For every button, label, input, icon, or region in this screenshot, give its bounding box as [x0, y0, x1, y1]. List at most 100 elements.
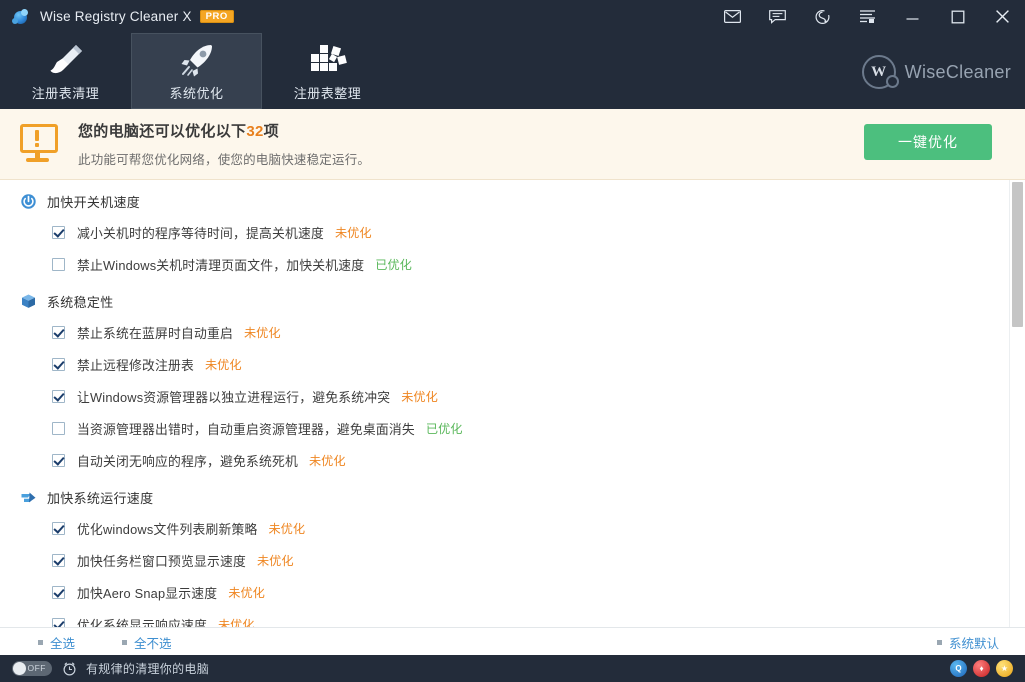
- cube-icon: [20, 293, 37, 310]
- optimization-item[interactable]: 禁止远程修改注册表未优化: [0, 348, 1008, 380]
- list-menu-icon: [859, 9, 876, 24]
- banner-count: 32: [246, 123, 263, 140]
- item-label: 禁止远程修改注册表: [77, 355, 194, 374]
- speed-icon: [20, 489, 37, 506]
- close-icon: [995, 9, 1010, 24]
- maximize-icon: [951, 10, 965, 24]
- item-status-badge: 未优化: [335, 223, 372, 241]
- rocket-icon: [177, 41, 217, 77]
- optimization-item[interactable]: 禁止系统在蓝屏时自动重启未优化: [0, 316, 1008, 348]
- scrollbar-thumb[interactable]: [1012, 182, 1023, 327]
- banner-texts: 您的电脑还可以优化以下32项 此功能可帮您优化网络，使您的电脑快速稳定运行。: [78, 120, 370, 168]
- brand-mark-icon: W: [862, 55, 896, 89]
- item-label: 当资源管理器出错时，自动重启资源管理器，避免桌面消失: [77, 419, 415, 438]
- alarm-clock-icon: [62, 661, 77, 676]
- select-none-label: 全不选: [134, 633, 172, 652]
- item-status-badge: 未优化: [401, 387, 438, 405]
- tab-bar: 注册表清理 系统优化: [0, 33, 1025, 109]
- item-status-badge: 已优化: [426, 419, 463, 437]
- system-default-label: 系统默认: [949, 633, 999, 652]
- optimization-item[interactable]: 加快Aero Snap显示速度未优化: [0, 576, 1008, 608]
- shield-icon[interactable]: ♦: [973, 660, 990, 677]
- app-title: Wise Registry Cleaner X: [40, 9, 192, 24]
- cube-icon: [20, 293, 37, 310]
- minimize-icon: [905, 11, 920, 23]
- app-logo-icon: [12, 8, 30, 26]
- optimization-item[interactable]: 让Windows资源管理器以独立进程运行，避免系统冲突未优化: [0, 380, 1008, 412]
- item-label: 禁止Windows关机时清理页面文件，加快关机速度: [77, 255, 364, 274]
- item-label: 自动关闭无响应的程序，避免系统死机: [77, 451, 298, 470]
- brand-mark-letter: W: [871, 64, 886, 81]
- application-window: Wise Registry Cleaner X PRO: [0, 0, 1025, 682]
- optimization-item[interactable]: 优化系统显示响应速度未优化: [0, 608, 1008, 627]
- optimization-item[interactable]: 当资源管理器出错时，自动重启资源管理器，避免桌面消失已优化: [0, 412, 1008, 444]
- item-checkbox[interactable]: [52, 454, 65, 467]
- envelope-icon: [724, 10, 741, 23]
- speed-icon: [20, 489, 37, 506]
- tab-label: 注册表清理: [32, 83, 100, 102]
- bullet-icon: [937, 640, 942, 645]
- pro-badge: PRO: [200, 10, 234, 24]
- star-icon[interactable]: ★: [996, 660, 1013, 677]
- group-title: 系统稳定性: [47, 292, 114, 311]
- tab-registry-defrag[interactable]: 注册表整理: [262, 33, 393, 109]
- item-checkbox[interactable]: [52, 358, 65, 371]
- item-label: 让Windows资源管理器以独立进程运行，避免系统冲突: [77, 387, 390, 406]
- item-status-badge: 未优化: [257, 551, 294, 569]
- item-checkbox[interactable]: [52, 586, 65, 599]
- mail-button[interactable]: [710, 0, 755, 33]
- brand-logo: W WiseCleaner: [862, 55, 1011, 89]
- update-button[interactable]: [800, 0, 845, 33]
- item-status-badge: 已优化: [375, 255, 412, 273]
- select-none-link[interactable]: 全不选: [122, 633, 172, 652]
- item-status-badge: 未优化: [244, 323, 281, 341]
- item-checkbox[interactable]: [52, 326, 65, 339]
- qq-icon[interactable]: Q: [950, 660, 967, 677]
- toggle-knob: [13, 662, 26, 675]
- item-status-badge: 未优化: [228, 583, 265, 601]
- scrollbar-track[interactable]: [1009, 180, 1025, 627]
- menu-button[interactable]: [845, 0, 890, 33]
- brand-name: WiseCleaner: [905, 62, 1011, 83]
- select-all-link[interactable]: 全选: [38, 633, 75, 652]
- close-button[interactable]: [980, 0, 1025, 33]
- item-checkbox[interactable]: [52, 226, 65, 239]
- item-checkbox[interactable]: [52, 522, 65, 535]
- banner-title-suffix: 项: [264, 123, 279, 140]
- item-checkbox[interactable]: [52, 390, 65, 403]
- item-checkbox[interactable]: [52, 422, 65, 435]
- maximize-button[interactable]: [935, 0, 980, 33]
- optimization-item[interactable]: 禁止Windows关机时清理页面文件，加快关机速度已优化: [0, 248, 1008, 280]
- item-checkbox[interactable]: [52, 554, 65, 567]
- status-text: 有规律的清理你的电脑: [86, 660, 209, 677]
- one-click-optimize-button[interactable]: 一键优化: [864, 124, 992, 160]
- system-default-link[interactable]: 系统默认: [937, 633, 999, 652]
- title-bar: Wise Registry Cleaner X PRO: [0, 0, 1025, 33]
- optimization-item[interactable]: 优化windows文件列表刷新策略未优化: [0, 512, 1008, 544]
- optimization-item[interactable]: 自动关闭无响应的程序，避免系统死机未优化: [0, 444, 1008, 476]
- item-label: 优化系统显示响应速度: [77, 615, 207, 628]
- group-title: 加快开关机速度: [47, 192, 140, 211]
- tab-registry-cleaner[interactable]: 注册表清理: [0, 33, 131, 109]
- title-bar-buttons: [710, 0, 1025, 33]
- item-status-badge: 未优化: [309, 451, 346, 469]
- blocks-icon: [308, 41, 348, 77]
- group-title: 加快系统运行速度: [47, 488, 153, 507]
- schedule-toggle[interactable]: OFF: [12, 661, 52, 676]
- tab-system-optimize[interactable]: 系统优化: [131, 33, 262, 109]
- minimize-button[interactable]: [890, 0, 935, 33]
- group-header: 加快开关机速度: [0, 186, 1008, 216]
- item-checkbox[interactable]: [52, 618, 65, 628]
- action-bar: 全选 全不选 系统默认: [0, 627, 1025, 656]
- item-checkbox[interactable]: [52, 258, 65, 271]
- item-label: 加快任务栏窗口预览显示速度: [77, 551, 246, 570]
- power-icon: [20, 193, 37, 210]
- power-icon: [20, 193, 37, 210]
- status-bar: OFF 有规律的清理你的电脑 Q ♦ ★: [0, 655, 1025, 682]
- item-label: 禁止系统在蓝屏时自动重启: [77, 323, 233, 342]
- optimization-item[interactable]: 减小关机时的程序等待时间，提高关机速度未优化: [0, 216, 1008, 248]
- optimization-item[interactable]: 加快任务栏窗口预览显示速度未优化: [0, 544, 1008, 576]
- feedback-button[interactable]: [755, 0, 800, 33]
- tab-label: 注册表整理: [294, 83, 362, 102]
- tray-icons: Q ♦ ★: [950, 660, 1013, 677]
